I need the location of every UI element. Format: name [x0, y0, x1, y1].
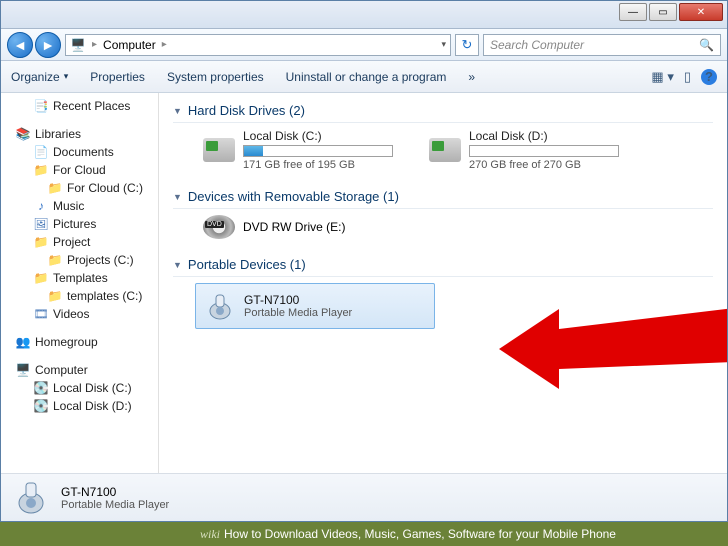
recent-icon: 📑: [33, 98, 49, 114]
sidebar-item-pictures[interactable]: 🖼Pictures: [1, 215, 158, 233]
view-menu-icon[interactable]: ▦ ▾: [651, 69, 673, 85]
wikihow-logo: wiki: [200, 527, 220, 542]
drive-name: Local Disk (C:): [243, 129, 393, 143]
system-properties-button[interactable]: System properties: [167, 70, 264, 84]
details-type: Portable Media Player: [61, 499, 169, 511]
drive-free: 270 GB free of 270 GB: [469, 159, 619, 171]
drive-d[interactable]: Local Disk (D:) 270 GB free of 270 GB: [429, 129, 619, 171]
breadcrumb-sep-icon: ▸: [162, 39, 167, 50]
hdd-icon: [429, 138, 461, 162]
navigation-pane: 📑Recent Places 📚Libraries 📄Documents 📁Fo…: [1, 93, 159, 473]
drive-icon: 💽: [33, 380, 49, 396]
folder-icon: 📁: [33, 270, 49, 286]
dvd-drive[interactable]: DVD RW Drive (E:): [173, 215, 713, 239]
breadcrumb-sep-icon: ▸: [92, 39, 97, 50]
address-bar[interactable]: 🖥️ ▸ Computer ▸ ▾: [65, 34, 451, 56]
portable-type: Portable Media Player: [244, 307, 352, 319]
homegroup-icon: 👥: [15, 334, 31, 350]
collapse-icon: ▼: [173, 260, 182, 270]
music-icon: ♪: [33, 198, 49, 214]
dvd-icon: [203, 215, 235, 239]
back-button[interactable]: ◄: [7, 32, 33, 58]
folder-icon: 📁: [47, 252, 63, 268]
computer-icon: 🖥️: [70, 37, 86, 53]
computer-icon: 🖥️: [15, 362, 31, 378]
collapse-icon: ▼: [173, 192, 182, 202]
address-dropdown-icon[interactable]: ▾: [441, 39, 446, 50]
sidebar-item-libraries[interactable]: 📚Libraries: [1, 125, 158, 143]
properties-button[interactable]: Properties: [90, 70, 145, 84]
sidebar-item-videos[interactable]: 🎞Videos: [1, 305, 158, 323]
annotation-arrow: [499, 279, 727, 389]
portable-name: GT-N7100: [244, 293, 352, 307]
preview-pane-icon[interactable]: ▯: [684, 69, 691, 85]
sidebar-item-music[interactable]: ♪Music: [1, 197, 158, 215]
minimize-button[interactable]: —: [619, 3, 647, 21]
forward-button[interactable]: ►: [35, 32, 61, 58]
sidebar-item-project[interactable]: 📁Project: [1, 233, 158, 251]
uninstall-button[interactable]: Uninstall or change a program: [286, 70, 447, 84]
explorer-window: — ▭ ✕ ◄ ► 🖥️ ▸ Computer ▸ ▾ ↻ Search Com…: [0, 0, 728, 522]
help-icon[interactable]: ?: [701, 69, 717, 85]
sidebar-item-computer[interactable]: 🖥️Computer: [1, 361, 158, 379]
section-hdd[interactable]: ▼Hard Disk Drives (2): [173, 99, 713, 123]
media-player-icon: [15, 479, 49, 517]
hdd-icon: [203, 138, 235, 162]
content-pane: ▼Hard Disk Drives (2) Local Disk (C:) 17…: [159, 93, 727, 473]
titlebar: — ▭ ✕: [1, 1, 727, 29]
sidebar-item-homegroup[interactable]: 👥Homegroup: [1, 333, 158, 351]
banner-title: How to Download Videos, Music, Games, So…: [224, 527, 616, 541]
breadcrumb-location[interactable]: Computer: [103, 38, 156, 52]
folder-icon: 📁: [47, 180, 63, 196]
sidebar-item-forcloud-c[interactable]: 📁For Cloud (C:): [1, 179, 158, 197]
drive-name: Local Disk (D:): [469, 129, 619, 143]
close-button[interactable]: ✕: [679, 3, 723, 21]
sidebar-item-projects-c[interactable]: 📁Projects (C:): [1, 251, 158, 269]
sidebar-item-local-d[interactable]: 💽Local Disk (D:): [1, 397, 158, 415]
maximize-button[interactable]: ▭: [649, 3, 677, 21]
portable-device[interactable]: GT-N7100 Portable Media Player: [195, 283, 435, 329]
pictures-icon: 🖼: [33, 216, 49, 232]
videos-icon: 🎞: [33, 306, 49, 322]
drive-c[interactable]: Local Disk (C:) 171 GB free of 195 GB: [203, 129, 393, 171]
folder-icon: 📁: [33, 162, 49, 178]
toolbar-overflow[interactable]: »: [468, 70, 475, 84]
sidebar-item-forcloud[interactable]: 📁For Cloud: [1, 161, 158, 179]
folder-icon: 📁: [33, 234, 49, 250]
search-placeholder: Search Computer: [490, 38, 584, 52]
details-name: GT-N7100: [61, 485, 169, 499]
details-pane: GT-N7100 Portable Media Player: [1, 473, 727, 521]
section-removable[interactable]: ▼Devices with Removable Storage (1): [173, 185, 713, 209]
documents-icon: 📄: [33, 144, 49, 160]
toolbar: Organize ▾ Properties System properties …: [1, 61, 727, 93]
folder-icon: 📁: [47, 288, 63, 304]
capacity-bar: [243, 145, 393, 157]
search-icon: 🔍: [699, 38, 714, 52]
sidebar-item-recent[interactable]: 📑Recent Places: [1, 97, 158, 115]
navbar: ◄ ► 🖥️ ▸ Computer ▸ ▾ ↻ Search Computer …: [1, 29, 727, 61]
drive-icon: 💽: [33, 398, 49, 414]
organize-menu[interactable]: Organize ▾: [11, 70, 68, 84]
sidebar-item-templates-c[interactable]: 📁templates (C:): [1, 287, 158, 305]
sidebar-item-templates[interactable]: 📁Templates: [1, 269, 158, 287]
refresh-button[interactable]: ↻: [455, 34, 479, 56]
drive-free: 171 GB free of 195 GB: [243, 159, 393, 171]
capacity-bar: [469, 145, 619, 157]
media-player-icon: [206, 290, 234, 322]
collapse-icon: ▼: [173, 106, 182, 116]
dvd-name: DVD RW Drive (E:): [243, 220, 345, 234]
sidebar-item-local-c[interactable]: 💽Local Disk (C:): [1, 379, 158, 397]
search-input[interactable]: Search Computer 🔍: [483, 34, 721, 56]
sidebar-item-documents[interactable]: 📄Documents: [1, 143, 158, 161]
libraries-icon: 📚: [15, 126, 31, 142]
section-portable[interactable]: ▼Portable Devices (1): [173, 253, 713, 277]
wikihow-banner: wiki How to Download Videos, Music, Game…: [0, 522, 728, 546]
